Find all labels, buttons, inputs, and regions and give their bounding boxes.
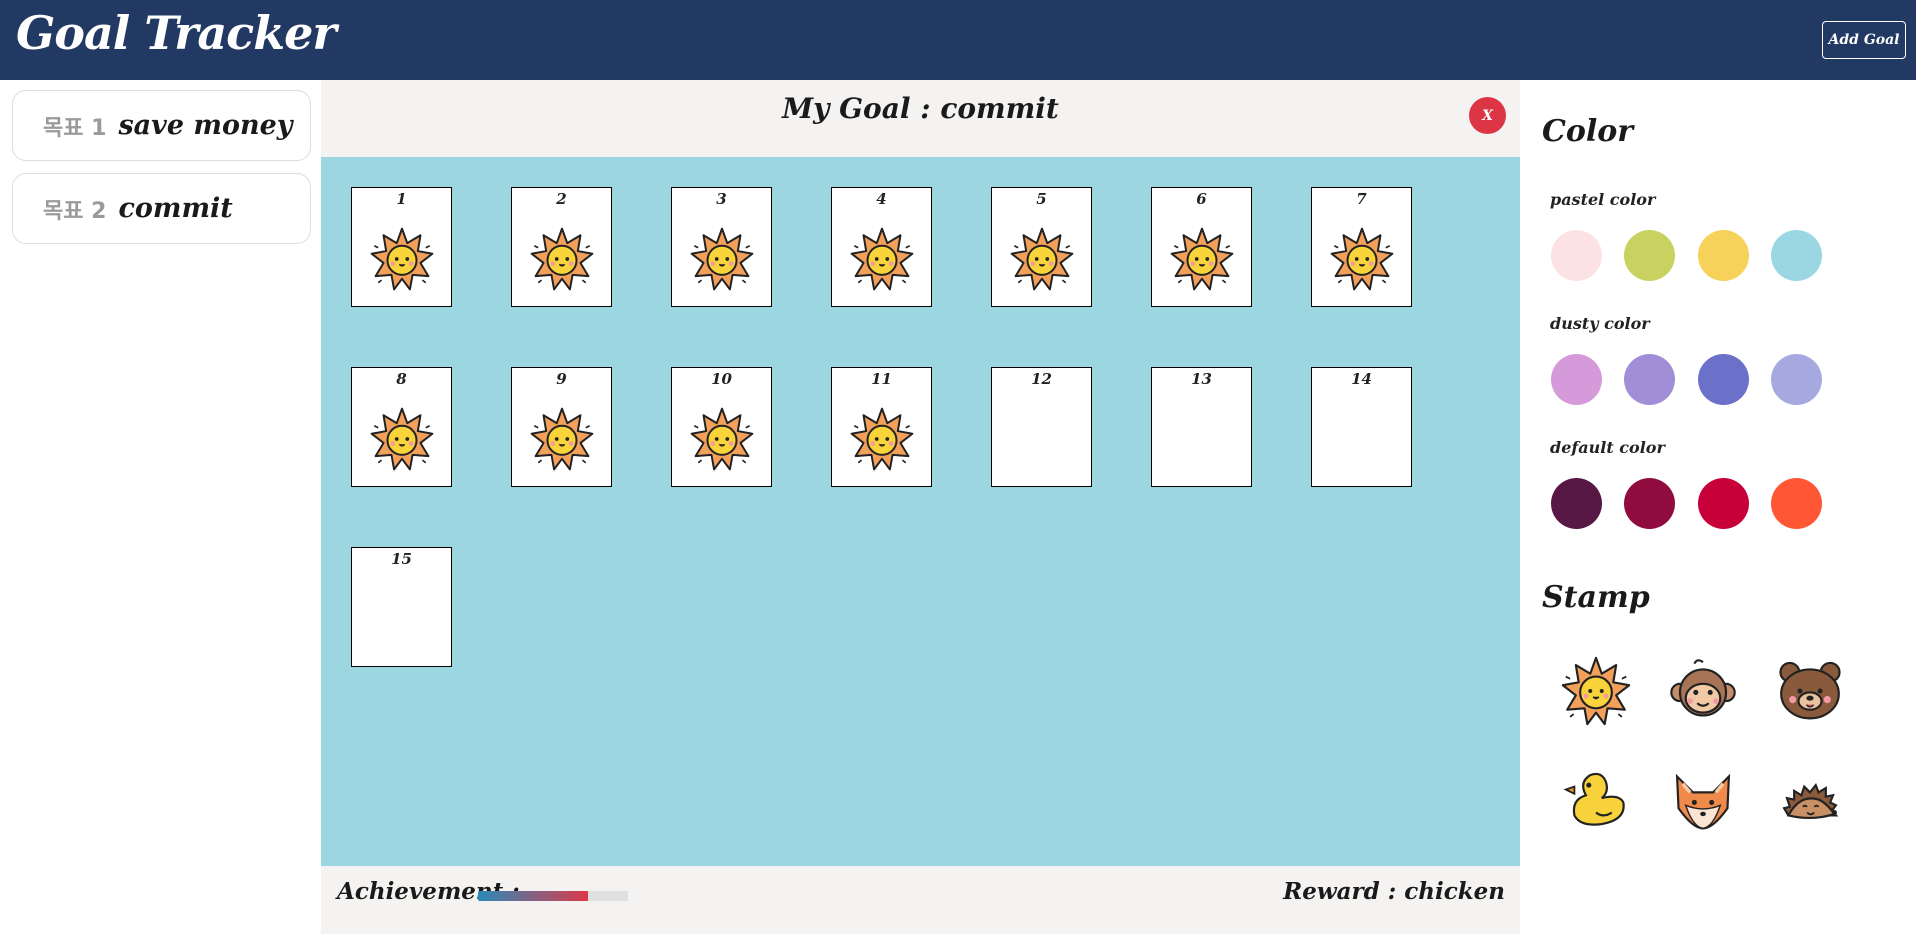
achievement-progress-fill: [478, 891, 588, 901]
sun-stamp-icon: [1329, 226, 1395, 292]
color-section-title: Color: [1542, 114, 1634, 149]
color-swatch-default-orange[interactable]: [1771, 478, 1822, 529]
goal-index: 목표 2: [43, 198, 107, 224]
card-number: 3: [716, 190, 727, 208]
card-number: 2: [556, 190, 567, 208]
color-swatch-pastel-yellow[interactable]: [1698, 230, 1749, 281]
card-number: 14: [1351, 370, 1372, 388]
card-number: 10: [711, 370, 732, 388]
monkey-icon[interactable]: [1667, 655, 1739, 727]
add-goal-button[interactable]: Add Goal: [1822, 21, 1906, 59]
color-swatch-dusty-pink[interactable]: [1551, 354, 1602, 405]
top-navbar: Goal Tracker Add Goal: [0, 0, 1916, 80]
card-number: 9: [556, 370, 567, 388]
goal-footer: Achievement : Reward : chicken: [321, 866, 1520, 934]
stamp-board: 1 2 3 4 5 6 7 8 9 10 11 12 13 14 15: [321, 157, 1520, 866]
stamp-card-2[interactable]: 2: [511, 187, 612, 307]
color-swatch-pastel-pink[interactable]: [1551, 230, 1602, 281]
card-number: 7: [1356, 190, 1367, 208]
stamp-card-10[interactable]: 10: [671, 367, 772, 487]
stamp-card-4[interactable]: 4: [831, 187, 932, 307]
goal-name: commit: [118, 193, 233, 224]
stamp-card-12[interactable]: 12: [991, 367, 1092, 487]
stamp-section-title: Stamp: [1542, 580, 1650, 615]
stamp-card-1[interactable]: 1: [351, 187, 452, 307]
sun-stamp-icon: [1009, 226, 1075, 292]
sun-stamp-icon: [369, 406, 435, 472]
card-number: 11: [871, 370, 892, 388]
color-swatch-pastel-blue[interactable]: [1771, 230, 1822, 281]
sun-stamp-icon: [849, 406, 915, 472]
card-number: 15: [391, 550, 412, 568]
stamp-card-3[interactable]: 3: [671, 187, 772, 307]
achievement-progress-bar: [478, 891, 628, 901]
stamp-card-15[interactable]: 15: [351, 547, 452, 667]
color-swatch-dusty-periwinkle[interactable]: [1771, 354, 1822, 405]
duck-icon[interactable]: [1560, 765, 1632, 837]
default-color-label: default color: [1550, 438, 1665, 457]
card-number: 13: [1191, 370, 1212, 388]
sun-stamp-icon: [689, 406, 755, 472]
sun-stamp-icon: [529, 226, 595, 292]
goal-sidebar: 목표 1 save money 목표 2 commit: [0, 80, 320, 934]
color-swatch-default-wine[interactable]: [1624, 478, 1675, 529]
card-number: 4: [876, 190, 887, 208]
goal-header: My Goal : commit X: [321, 80, 1520, 157]
reward-text: Reward : chicken: [1283, 878, 1505, 905]
customize-panel: Color pastel color dusty color default c…: [1520, 80, 1916, 934]
bear-icon[interactable]: [1774, 655, 1846, 727]
stamp-card-13[interactable]: 13: [1151, 367, 1252, 487]
dusty-color-label: dusty color: [1550, 314, 1650, 333]
card-number: 5: [1036, 190, 1047, 208]
sun-stamp-icon: [689, 226, 755, 292]
card-number: 12: [1031, 370, 1052, 388]
stamp-card-8[interactable]: 8: [351, 367, 452, 487]
color-swatch-dusty-indigo[interactable]: [1698, 354, 1749, 405]
stamp-card-6[interactable]: 6: [1151, 187, 1252, 307]
stamp-card-9[interactable]: 9: [511, 367, 612, 487]
goal-item-save-money[interactable]: 목표 1 save money: [12, 90, 311, 161]
sun-stamp-icon: [1169, 226, 1235, 292]
color-swatch-default-plum[interactable]: [1551, 478, 1602, 529]
fox-icon[interactable]: [1667, 765, 1739, 837]
stamp-card-5[interactable]: 5: [991, 187, 1092, 307]
goal-name: save money: [118, 110, 293, 141]
hedgehog-icon[interactable]: [1774, 765, 1846, 837]
goal-index: 목표 1: [43, 115, 107, 141]
stamp-card-7[interactable]: 7: [1311, 187, 1412, 307]
goal-title: My Goal : commit: [782, 92, 1059, 125]
goal-item-commit[interactable]: 목표 2 commit: [12, 173, 311, 244]
stamp-card-11[interactable]: 11: [831, 367, 932, 487]
color-swatch-dusty-lavender[interactable]: [1624, 354, 1675, 405]
sun-stamp-icon: [849, 226, 915, 292]
pastel-color-label: pastel color: [1550, 190, 1656, 209]
color-swatch-pastel-green[interactable]: [1624, 230, 1675, 281]
card-number: 1: [396, 190, 407, 208]
color-swatch-default-red[interactable]: [1698, 478, 1749, 529]
sun-icon[interactable]: [1560, 655, 1632, 727]
stamp-card-14[interactable]: 14: [1311, 367, 1412, 487]
close-goal-button[interactable]: X: [1469, 97, 1506, 134]
card-number: 6: [1196, 190, 1207, 208]
sun-stamp-icon: [529, 406, 595, 472]
card-number: 8: [396, 370, 407, 388]
sun-stamp-icon: [369, 226, 435, 292]
app-title: Goal Tracker: [16, 6, 337, 60]
